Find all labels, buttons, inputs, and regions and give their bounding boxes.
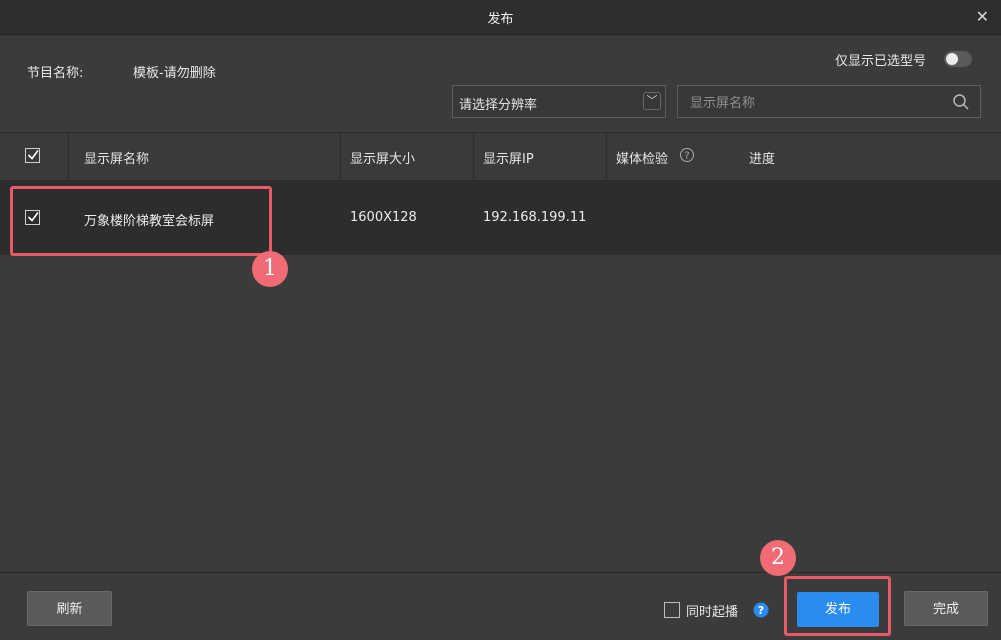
- table-header: 显示屏名称 显示屏大小 显示屏IP 媒体检验 进度: [0, 132, 1001, 181]
- row-screen-ip: 192.168.199.11: [483, 210, 587, 225]
- program-name-value: 模板-请勿删除: [133, 66, 216, 81]
- done-button[interactable]: 完成: [904, 591, 988, 626]
- search-box: [677, 85, 981, 118]
- question-icon[interactable]: ?: [753, 602, 769, 618]
- check-icon: [27, 212, 39, 222]
- close-icon[interactable]: ✕: [976, 7, 989, 26]
- only-selected-toggle[interactable]: [944, 51, 972, 67]
- column-separator: [68, 133, 69, 180]
- column-header-ip: 显示屏IP: [483, 152, 534, 167]
- column-separator: [340, 133, 341, 180]
- resolution-select[interactable]: 请选择分辨率 ﹀: [452, 85, 666, 118]
- column-header-media-check: 媒体检验: [616, 152, 669, 167]
- row-screen-size: 1600X128: [350, 210, 417, 225]
- publish-button[interactable]: 发布: [797, 592, 879, 627]
- refresh-button[interactable]: 刷新: [27, 591, 112, 626]
- help-circle-icon[interactable]: ?: [679, 147, 695, 163]
- only-selected-label: 仅显示已选型号: [835, 54, 927, 69]
- window-title: 发布: [487, 12, 514, 27]
- sync-play-label: 同时起播: [686, 605, 739, 620]
- resolution-select-value: 请选择分辨率: [459, 98, 538, 113]
- chevron-down-icon: ﹀: [643, 92, 661, 110]
- column-header-size: 显示屏大小: [350, 152, 416, 167]
- svg-text:?: ?: [684, 151, 689, 162]
- toggle-knob: [946, 53, 958, 65]
- annotation-number-2: 2: [760, 540, 796, 576]
- row-checkbox[interactable]: [25, 210, 40, 225]
- row-screen-name: 万象楼阶梯教室会标屏: [84, 214, 215, 229]
- column-separator: [606, 133, 607, 180]
- search-icon[interactable]: [952, 93, 970, 111]
- column-separator: [473, 133, 474, 180]
- title-bar: 发布 ✕: [0, 0, 1001, 35]
- svg-text:?: ?: [758, 604, 764, 617]
- program-name-label: 节目名称:: [27, 66, 84, 81]
- column-header-name: 显示屏名称: [84, 152, 150, 167]
- table-row[interactable]: 万象楼阶梯教室会标屏 1600X128 192.168.199.11: [0, 181, 1001, 255]
- select-all-checkbox[interactable]: [25, 148, 40, 163]
- column-header-progress: 进度: [749, 152, 776, 167]
- check-icon: [27, 150, 39, 160]
- annotation-number-1: 1: [252, 251, 288, 287]
- search-input[interactable]: [688, 92, 942, 114]
- sync-play-checkbox[interactable]: [664, 602, 680, 618]
